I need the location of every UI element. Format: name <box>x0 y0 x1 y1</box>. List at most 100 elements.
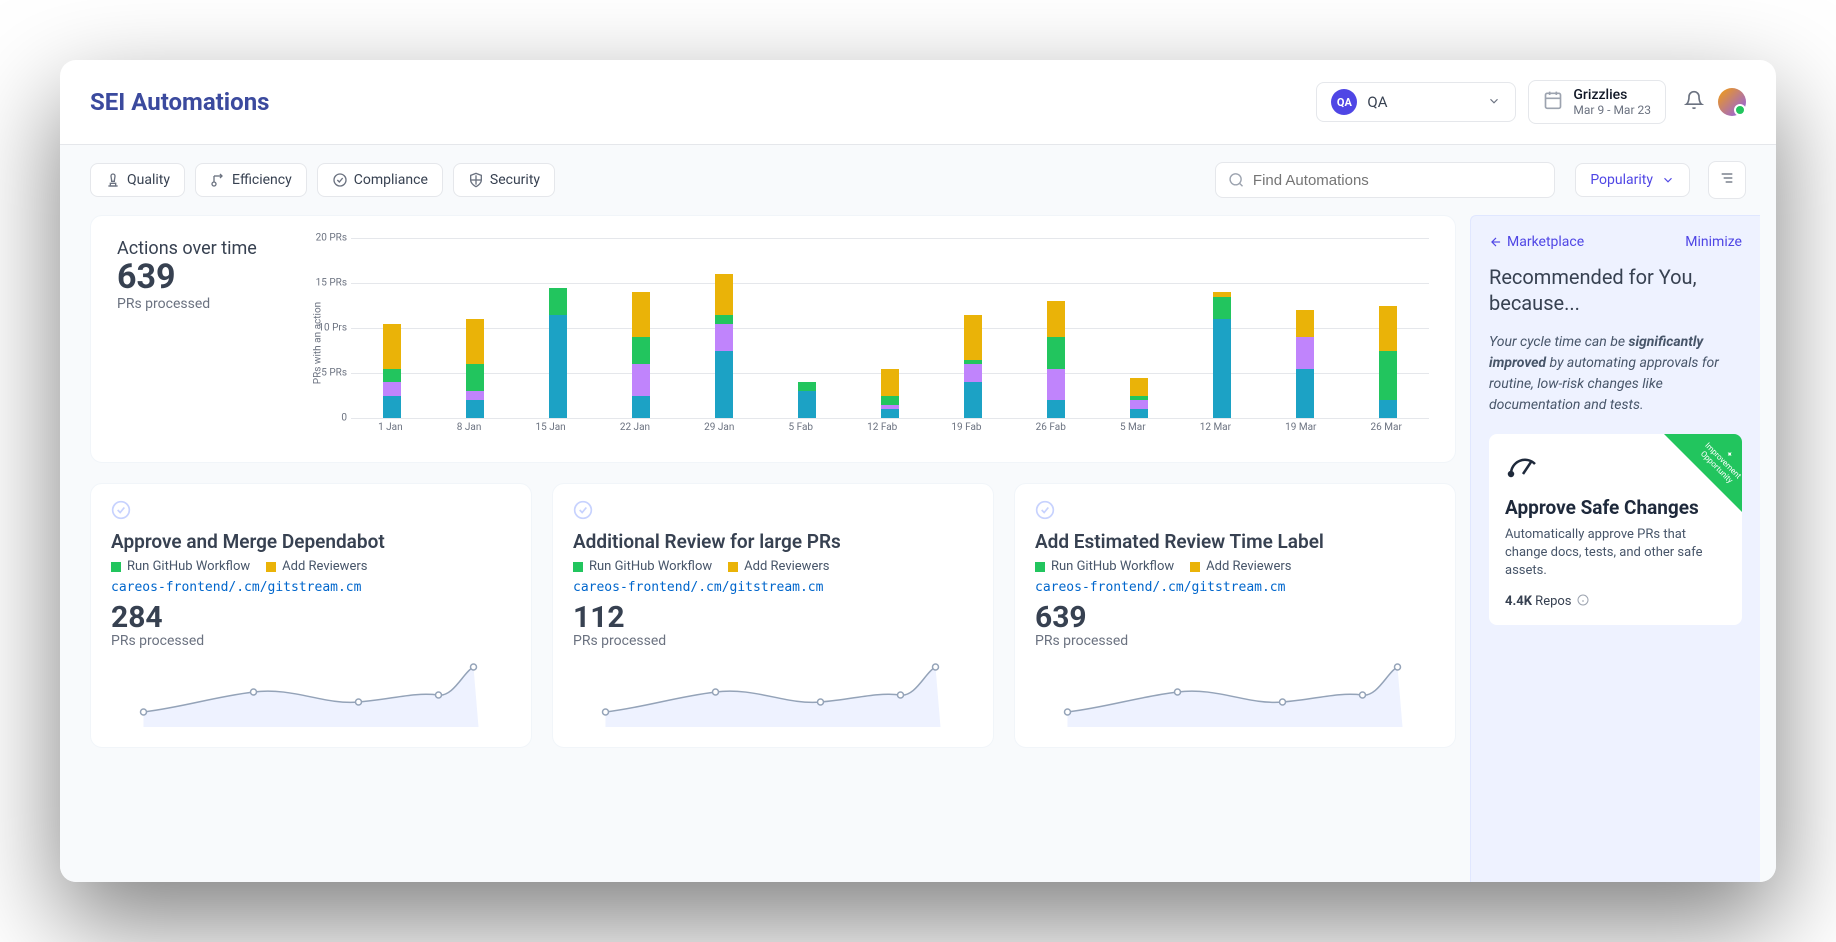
chart-plot: PRs with an action 05 PRs10 Prs15 PRs20 … <box>287 238 1429 448</box>
team-name: Grizzlies <box>1573 87 1651 103</box>
content: Actions over time 639 PRs processed PRs … <box>60 215 1776 882</box>
workspace-label: QA <box>1367 93 1487 111</box>
marketplace-link[interactable]: Marketplace <box>1489 234 1584 250</box>
automation-card[interactable]: Approve and Merge Dependabot Run GitHub … <box>90 483 532 748</box>
xtick: 19 Mar <box>1285 422 1316 433</box>
calendar-icon <box>1543 90 1563 114</box>
bar <box>1296 310 1314 418</box>
search-input[interactable] <box>1215 162 1555 198</box>
bar <box>1379 306 1397 419</box>
bar <box>1047 301 1065 418</box>
rec-card-desc: Automatically approve PRs that change do… <box>1505 526 1726 581</box>
card-sub: PRs processed <box>111 633 511 649</box>
recommendation-text: Your cycle time can be significantly imp… <box>1489 332 1742 416</box>
code-path: careos-frontend/.cm/gitstream.cm <box>573 580 973 595</box>
stamp-icon <box>105 172 121 188</box>
bar <box>964 315 982 419</box>
ytick: 5 PRs <box>321 368 347 379</box>
xtick: 26 Mar <box>1371 422 1402 433</box>
minimize-link[interactable]: Minimize <box>1685 234 1742 250</box>
sort-desc-icon <box>1719 170 1735 186</box>
ytick: 15 PRs <box>316 278 347 289</box>
chevron-down-icon <box>1487 93 1501 112</box>
workspace-selector[interactable]: QA QA <box>1316 82 1516 122</box>
xtick: 1 Jan <box>378 422 403 433</box>
arrow-left-icon <box>1489 235 1503 249</box>
toolbar: Quality Efficiency Compliance Security P… <box>60 145 1776 215</box>
xtick: 29 Jan <box>704 422 734 433</box>
date-range-text: Mar 9 - Mar 23 <box>1573 103 1651 117</box>
chart-card: Actions over time 639 PRs processed PRs … <box>90 215 1456 463</box>
xtick: 22 Jan <box>620 422 650 433</box>
recommendation-heading: Recommended for You, because... <box>1489 264 1742 316</box>
cards-row: Approve and Merge Dependabot Run GitHub … <box>90 483 1456 748</box>
app-window: SEI Automations QA QA Grizzlies Mar 9 - … <box>60 60 1776 882</box>
header: SEI Automations QA QA Grizzlies Mar 9 - … <box>60 60 1776 145</box>
card-title: Add Estimated Review Time Label <box>1035 530 1435 553</box>
xtick: 15 Jan <box>536 422 566 433</box>
check-badge-icon <box>332 172 348 188</box>
efficiency-icon <box>210 172 226 188</box>
recommendation-card[interactable]: ✦ImprovementOpportunity Approve Safe Cha… <box>1489 434 1742 625</box>
card-sub: PRs processed <box>1035 633 1435 649</box>
search-field[interactable] <box>1253 172 1542 189</box>
filter-compliance[interactable]: Compliance <box>317 163 443 197</box>
shield-icon <box>468 172 484 188</box>
card-title: Additional Review for large PRs <box>573 530 973 553</box>
check-circle-icon <box>1035 500 1055 520</box>
automation-card[interactable]: Add Estimated Review Time Label Run GitH… <box>1014 483 1456 748</box>
check-circle-icon <box>111 500 131 520</box>
bar <box>798 382 816 418</box>
chart-value: 639 <box>117 259 287 296</box>
ytick: 10 Prs <box>318 323 347 334</box>
ytick: 0 <box>341 413 347 424</box>
card-value: 639 <box>1035 603 1435 633</box>
filter-security[interactable]: Security <box>453 163 555 197</box>
check-circle-icon <box>573 500 593 520</box>
card-value: 112 <box>573 603 973 633</box>
sparkline <box>573 657 973 727</box>
info-icon <box>1577 594 1589 606</box>
ytick: 20 PRs <box>316 233 347 244</box>
xtick: 5 Fab <box>788 422 813 433</box>
bar <box>881 369 899 419</box>
sort-selector[interactable]: Popularity <box>1575 163 1690 197</box>
chevron-down-icon <box>1661 173 1675 187</box>
date-range-picker[interactable]: Grizzlies Mar 9 - Mar 23 <box>1528 80 1666 124</box>
sparkline <box>111 657 511 727</box>
workspace-badge: QA <box>1331 89 1357 115</box>
card-title: Approve and Merge Dependabot <box>111 530 511 553</box>
chart-sub: PRs processed <box>117 296 287 312</box>
sparkline <box>1035 657 1435 727</box>
code-path: careos-frontend/.cm/gitstream.cm <box>1035 580 1435 595</box>
rec-card-stats: 4.4K Repos <box>1505 594 1726 609</box>
code-path: careos-frontend/.cm/gitstream.cm <box>111 580 511 595</box>
card-sub: PRs processed <box>573 633 973 649</box>
card-value: 284 <box>111 603 511 633</box>
xtick: 12 Mar <box>1200 422 1231 433</box>
sort-order-button[interactable] <box>1708 161 1746 199</box>
bar <box>1130 378 1148 419</box>
xtick: 5 Mar <box>1120 422 1146 433</box>
bar <box>466 319 484 418</box>
xtick: 26 Fab <box>1036 422 1066 433</box>
automation-card[interactable]: Additional Review for large PRs Run GitH… <box>552 483 994 748</box>
bar <box>549 288 567 419</box>
filter-efficiency[interactable]: Efficiency <box>195 163 307 197</box>
filter-quality[interactable]: Quality <box>90 163 185 197</box>
body: Quality Efficiency Compliance Security P… <box>60 145 1776 882</box>
notifications-button[interactable] <box>1684 90 1704 114</box>
xtick: 19 Fab <box>951 422 981 433</box>
main-column: Actions over time 639 PRs processed PRs … <box>60 215 1470 882</box>
xtick: 12 Fab <box>867 422 897 433</box>
sidebar: Marketplace Minimize Recommended for You… <box>1470 215 1760 882</box>
xtick: 8 Jan <box>457 422 482 433</box>
bar <box>1213 292 1231 418</box>
bar <box>383 324 401 419</box>
avatar[interactable] <box>1718 88 1746 116</box>
bar <box>632 292 650 418</box>
search-icon <box>1228 171 1245 189</box>
bar <box>715 274 733 418</box>
chart-title: Actions over time <box>117 238 287 259</box>
page-title: SEI Automations <box>90 88 270 116</box>
